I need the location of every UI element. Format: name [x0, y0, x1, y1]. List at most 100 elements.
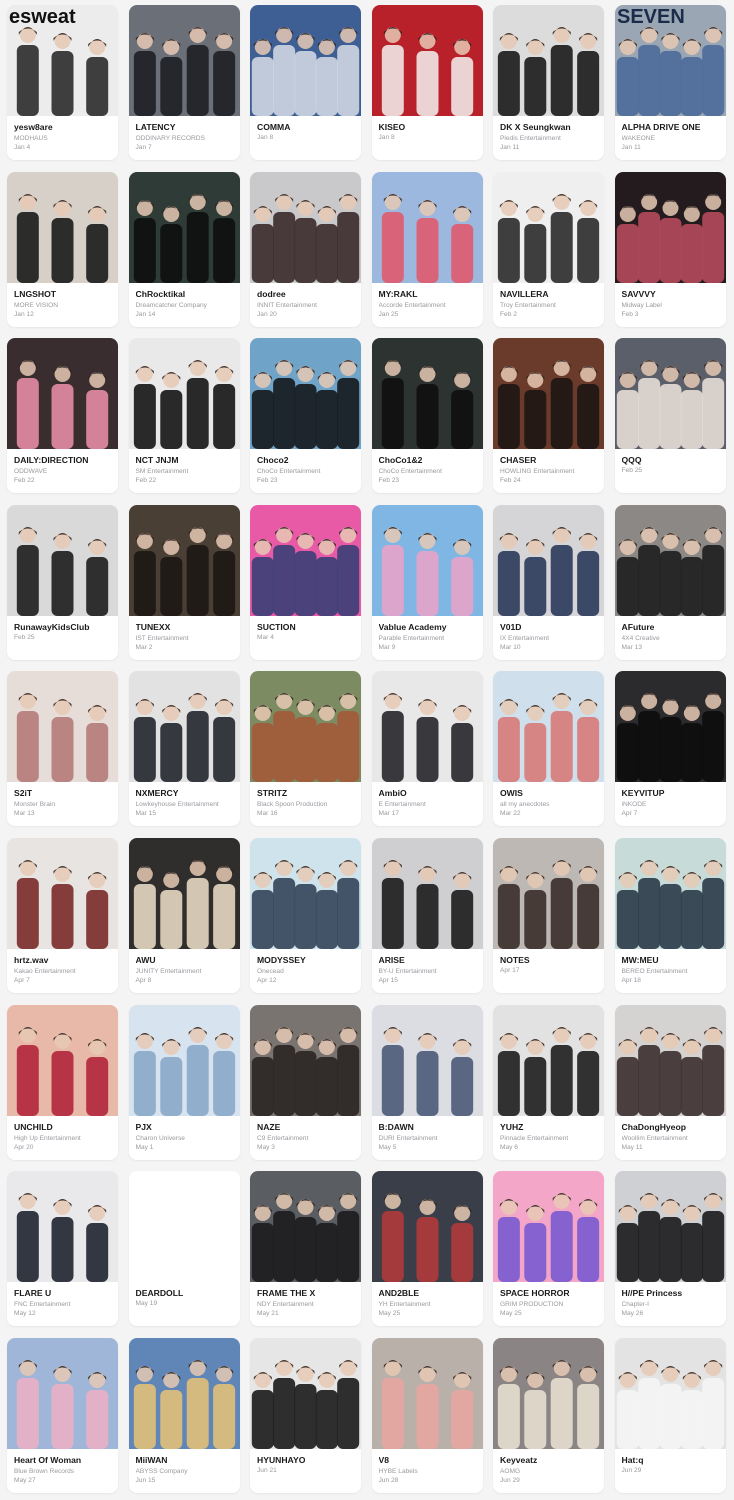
artist-card-naze[interactable]: NAZE C9 Entertainment May 3 [250, 1004, 361, 1160]
artist-name[interactable]: AND2BLE [379, 1288, 479, 1299]
artist-photo[interactable] [371, 171, 483, 283]
artist-card-v01d[interactable]: V01D IX Entertainment Mar 10 [493, 504, 604, 660]
artist-name[interactable]: KEYVITUP [622, 788, 722, 799]
artist-name[interactable]: ALPHA DRIVE ONE [622, 122, 722, 133]
artist-card-chaser[interactable]: CHASER HOWLING Entertainment Feb 24 [493, 338, 604, 494]
artist-card-hrtz-wav[interactable]: hrtz.wav Kakao Entertainment Apr 7 [7, 838, 118, 993]
artist-photo[interactable] [128, 671, 240, 783]
artist-card-unchild[interactable]: UNCHILD High Up Entertainment Apr 20 [7, 1004, 118, 1160]
artist-card-my-rakl[interactable]: MY:RAKL Accorde Entertainment Jan 25 [371, 171, 483, 327]
artist-card-hat-q[interactable]: Hat:q Jun 29 [614, 1337, 726, 1493]
artist-name[interactable]: NCT JNJM [136, 455, 236, 466]
artist-photo[interactable] [250, 1171, 361, 1283]
artist-name[interactable]: ChRocktikal [136, 289, 236, 300]
artist-name[interactable]: PJX [136, 1122, 236, 1133]
artist-card-b-dawn[interactable]: B:DAWN DURI Entertainment May 5 [371, 1004, 483, 1160]
artist-photo[interactable] [493, 1004, 604, 1116]
artist-name[interactable]: AWU [136, 955, 236, 966]
artist-name[interactable]: DAILY:DIRECTION [14, 455, 114, 466]
artist-card-nxmercy[interactable]: NXMERCY Lowkeyhouse Entertainment Mar 15 [128, 671, 240, 827]
artist-name[interactable]: SPACE HORROR [500, 1288, 600, 1299]
artist-card-daily-direction[interactable]: DAILY:DIRECTION ODDWAVE Feb 22 [7, 338, 118, 494]
artist-card-dk-x-seungkwan[interactable]: DK X Seungkwan Pledis Entertainment Jan 11 [493, 5, 604, 160]
artist-photo[interactable] [250, 338, 361, 450]
artist-card-nct-jnjm[interactable]: NCT JNJM SM Entertainment Feb 22 [128, 338, 240, 494]
artist-name[interactable]: ChaDongHyeop [622, 1122, 722, 1133]
artist-card-pjx[interactable]: PJX Charon Universe May 1 [128, 1004, 240, 1160]
artist-card-frame-the-x[interactable]: FRAME THE X NDY Entertainment May 21 [250, 1171, 361, 1327]
artist-name[interactable]: NAZE [257, 1122, 357, 1133]
artist-photo[interactable] [493, 5, 604, 116]
artist-name[interactable]: YUHZ [500, 1122, 600, 1133]
artist-card-savvvy[interactable]: SAVVVY Midway Label Feb 3 [614, 171, 726, 327]
artist-name[interactable]: SUCTION [257, 622, 357, 633]
artist-name[interactable]: hrtz.wav [14, 955, 114, 966]
artist-card-awu[interactable]: AWU JUNITY Entertainment Apr 8 [128, 838, 240, 993]
artist-name[interactable]: LATENCY [136, 122, 236, 133]
artist-photo[interactable] [614, 1337, 726, 1449]
artist-name[interactable]: DK X Seungkwan [500, 122, 600, 133]
artist-photo[interactable] [493, 504, 604, 616]
artist-name[interactable]: MiiWAN [136, 1455, 236, 1466]
artist-card-stritz[interactable]: STRITZ Black Spoon Production Mar 16 [250, 671, 361, 827]
artist-name[interactable]: COMMA [257, 122, 357, 133]
artist-photo[interactable] [614, 171, 726, 283]
artist-photo[interactable] [493, 338, 604, 450]
artist-card-latency[interactable]: LATENCY ODDINARY RECORDS Jan 7 [128, 5, 240, 160]
artist-photo[interactable] [493, 838, 604, 949]
artist-name[interactable]: SAVVVY [622, 289, 722, 300]
artist-card-choco1-2[interactable]: ChoCo1&2 ChoCo Entertainment Feb 23 [371, 338, 483, 494]
artist-photo[interactable] [371, 338, 483, 450]
artist-photo[interactable] [614, 671, 726, 783]
artist-card-tunexx[interactable]: TUNEXX IST Entertainment Mar 2 [128, 504, 240, 660]
artist-card-deardoll[interactable]: DEARDOLL May 19 [128, 1171, 240, 1327]
artist-photo[interactable] [371, 1004, 483, 1116]
artist-photo[interactable] [493, 1171, 604, 1283]
artist-photo[interactable] [614, 838, 726, 949]
artist-photo[interactable]: SEVEN [614, 5, 726, 116]
artist-card-v8[interactable]: V8 HYBE Labels Jun 28 [371, 1337, 483, 1493]
artist-name[interactable]: dodree [257, 289, 357, 300]
artist-photo[interactable] [371, 504, 483, 616]
artist-photo[interactable] [614, 504, 726, 616]
artist-photo[interactable] [614, 338, 726, 450]
artist-card-space-horror[interactable]: SPACE HORROR GRIM PRODUCTION May 25 [493, 1171, 604, 1327]
artist-card-heart-of-woman[interactable]: Heart Of Woman Blue Brown Records May 27 [7, 1337, 118, 1493]
artist-card-kiseo[interactable]: KISEO Jan 8 [371, 5, 483, 160]
artist-name[interactable]: Choco2 [257, 455, 357, 466]
artist-name[interactable]: V8 [379, 1455, 479, 1466]
artist-photo[interactable] [128, 838, 240, 949]
artist-photo[interactable] [7, 1171, 118, 1283]
artist-photo[interactable] [128, 504, 240, 616]
artist-card-s2it[interactable]: S2iT Monster Brain Mar 13 [7, 671, 118, 827]
artist-card-qqq[interactable]: QQQ Feb 25 [614, 338, 726, 494]
artist-card-miiwan[interactable]: MiiWAN ABYSS Company Jun 15 [128, 1337, 240, 1493]
artist-photo[interactable] [250, 838, 361, 949]
artist-card-yesw8are[interactable]: esweat yesw8are MODHAUS Jan 4 [7, 5, 118, 160]
artist-photo[interactable] [371, 5, 483, 116]
artist-name[interactable]: S2iT [14, 788, 114, 799]
artist-name[interactable]: Heart Of Woman [14, 1455, 114, 1466]
artist-card-and2ble[interactable]: AND2BLE YH Entertainment May 25 [371, 1171, 483, 1327]
artist-name[interactable]: QQQ [622, 455, 722, 466]
artist-card-comma[interactable]: COMMA Jan 8 [250, 5, 361, 160]
artist-name[interactable]: TUNEXX [136, 622, 236, 633]
artist-name[interactable]: yesw8are [14, 122, 114, 133]
artist-card-dodree[interactable]: dodree INNIT Entertainment Jan 20 [250, 171, 361, 327]
artist-photo[interactable] [371, 671, 483, 783]
artist-photo[interactable] [7, 1337, 118, 1449]
artist-name[interactable]: MODYSSEY [257, 955, 357, 966]
artist-photo[interactable] [493, 171, 604, 283]
artist-card-h-pe-princess[interactable]: H//PE Princess Chapter-I May 26 [614, 1171, 726, 1327]
artist-card-vablue-academy[interactable]: Vablue Academy Parable Entertainment Mar 9 [371, 504, 483, 660]
artist-photo[interactable] [250, 5, 361, 116]
artist-photo[interactable] [371, 1337, 483, 1449]
artist-photo[interactable]: esweat [7, 5, 118, 116]
artist-name[interactable]: V01D [500, 622, 600, 633]
artist-photo[interactable] [614, 1171, 726, 1283]
artist-name[interactable]: AmbiO [379, 788, 479, 799]
artist-photo[interactable] [7, 671, 118, 783]
artist-photo[interactable] [128, 1171, 240, 1283]
artist-photo[interactable] [371, 1171, 483, 1283]
artist-photo[interactable] [250, 671, 361, 783]
